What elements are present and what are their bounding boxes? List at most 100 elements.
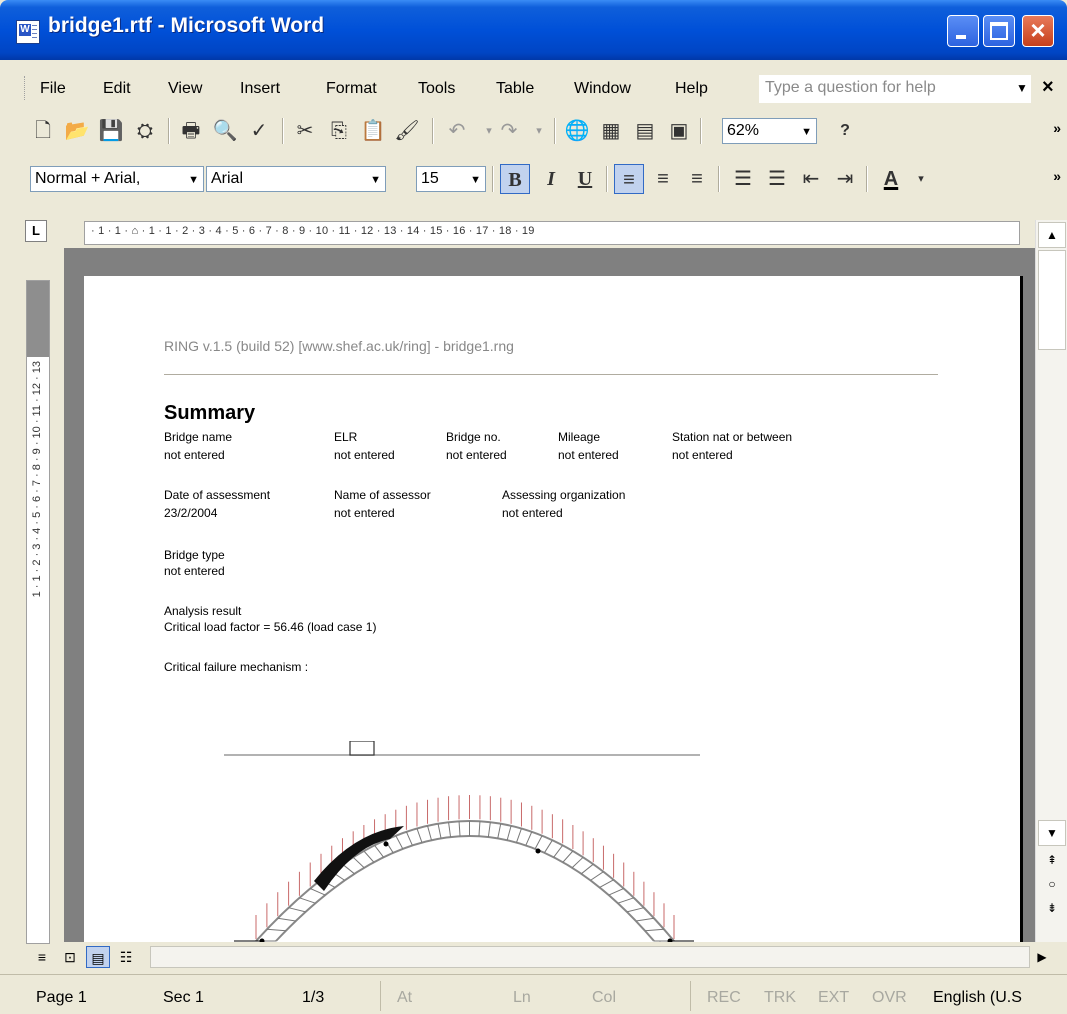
horizontal-ruler[interactable]: · 1 · 1 · ⌂ · 1 · 1 · 2 · 3 · 4 · 5 · 6 … (84, 221, 1020, 245)
scroll-right-icon[interactable]: ▶ (1030, 946, 1054, 968)
menu-window[interactable]: Window (574, 80, 631, 98)
document-header: RING v.1.5 (build 52) [www.shef.ac.uk/ri… (164, 338, 514, 354)
zoom-value: 62% (727, 122, 760, 139)
zoom-select[interactable]: 62% ▼ (722, 118, 817, 144)
word-app-icon[interactable]: W (16, 20, 40, 44)
redo-dropdown-icon[interactable]: ▾ (524, 116, 554, 146)
horizontal-scrollbar[interactable] (150, 946, 1030, 968)
undo-icon[interactable]: ↶ (442, 116, 472, 146)
minimize-icon (956, 35, 966, 39)
status-language: English (U.S (933, 989, 1022, 1006)
underline-button[interactable]: U (570, 164, 600, 194)
toolbar-overflow-icon[interactable]: » (1053, 120, 1061, 136)
font-select[interactable]: Arial ▼ (206, 166, 386, 192)
normal-view-icon[interactable]: ≡ (30, 946, 54, 968)
help-question-input[interactable]: Type a question for help (759, 75, 1031, 103)
justify-icon[interactable]: ≡ (682, 164, 712, 194)
close-button[interactable]: × (1022, 15, 1054, 47)
date-value: 23/2/2004 (164, 506, 218, 520)
tab-stop-selector[interactable]: L (25, 220, 47, 242)
status-page: Page 1 (36, 989, 87, 1006)
font-color-dropdown-icon[interactable]: ▾ (906, 164, 936, 194)
close-document-icon[interactable]: × (1042, 76, 1054, 99)
style-select[interactable]: Normal + Arial, ▼ (30, 166, 204, 192)
help-dropdown-arrow[interactable]: ▼ (1016, 81, 1028, 95)
menu-tools[interactable]: Tools (418, 80, 455, 98)
open-folder-icon[interactable]: 📂 (62, 116, 92, 146)
menu-view[interactable]: View (168, 80, 202, 98)
title-bar[interactable]: W bridge1.rtf - Microsoft Word × (0, 0, 1067, 60)
print-preview-icon[interactable]: 🔍 (210, 116, 240, 146)
ruler-scale: · 1 · 1 · ⌂ · 1 · 1 · 2 · 3 · 4 · 5 · 6 … (91, 225, 535, 237)
word-window: W bridge1.rtf - Microsoft Word × File Ed… (0, 0, 1067, 1014)
cut-icon[interactable]: ✂ (290, 116, 320, 146)
insert-table-icon[interactable]: ▤ (630, 116, 660, 146)
help-icon[interactable]: ? (830, 116, 860, 146)
bold-button[interactable]: B (500, 164, 530, 194)
status-ext[interactable]: EXT (818, 989, 849, 1007)
paste-icon[interactable]: 📋 (358, 116, 388, 146)
status-trk[interactable]: TRK (764, 989, 796, 1007)
format-painter-icon[interactable]: 🖌 (392, 116, 422, 146)
header-rule (164, 374, 938, 375)
maximize-button[interactable] (983, 15, 1015, 47)
save-icon[interactable]: 💾 (96, 116, 126, 146)
status-line: Ln (513, 989, 531, 1006)
menu-insert[interactable]: Insert (240, 80, 280, 98)
menu-table[interactable]: Table (496, 80, 534, 98)
ruler-row: L · 1 · 1 · ⌂ · 1 · 1 · 2 · 3 · 4 · 5 · … (0, 216, 1067, 248)
print-layout-icon[interactable]: ▤ (86, 946, 110, 968)
outline-view-icon[interactable]: ☷ (114, 946, 138, 968)
font-size-select[interactable]: 15 ▼ (416, 166, 486, 192)
status-rec[interactable]: REC (707, 989, 741, 1007)
chevron-down-icon: ▼ (801, 126, 812, 138)
new-document-icon[interactable]: 🗋 (28, 116, 58, 146)
vertical-scroll-thumb[interactable] (1038, 250, 1066, 350)
toolbar-overflow-icon[interactable]: » (1053, 168, 1061, 184)
insert-hyperlink-icon[interactable]: 🌐 (562, 116, 592, 146)
bridge-type-label: Bridge type (164, 548, 225, 562)
print-icon[interactable]: 🖶 (176, 116, 206, 146)
scroll-up-icon[interactable]: ▲ (1038, 222, 1066, 248)
status-column: Col (592, 989, 617, 1006)
align-left-icon[interactable]: ≡ (614, 164, 644, 194)
font-value: Arial (211, 170, 244, 187)
menu-format[interactable]: Format (326, 80, 377, 98)
menu-help[interactable]: Help (675, 80, 708, 98)
analysis-label: Analysis result (164, 604, 242, 618)
document-area[interactable]: RING v.1.5 (build 52) [www.shef.ac.uk/ri… (64, 248, 1035, 942)
increase-indent-icon[interactable]: ⇥ (830, 164, 860, 194)
toolbar-grip[interactable] (24, 76, 28, 100)
vertical-ruler-scale: 1 · 1 · 2 · 3 · 4 · 5 · 6 · 7 · 8 · 9 · … (31, 361, 43, 598)
date-label: Date of assessment (164, 488, 271, 502)
menu-edit[interactable]: Edit (103, 80, 131, 98)
bullet-list-icon[interactable]: ☰ (762, 164, 792, 194)
insert-excel-icon[interactable]: ▣ (664, 116, 694, 146)
redo-icon[interactable]: ↷ (494, 116, 524, 146)
scroll-down-icon[interactable]: ▼ (1038, 820, 1066, 846)
previous-page-icon[interactable]: ⇞ (1038, 848, 1066, 874)
permission-icon[interactable]: ⛭ (130, 116, 160, 146)
web-layout-icon[interactable]: ⊡ (58, 946, 82, 968)
decrease-indent-icon[interactable]: ⇤ (796, 164, 826, 194)
browse-object-icon[interactable]: ○ (1038, 872, 1066, 898)
document-page[interactable]: RING v.1.5 (build 52) [www.shef.ac.uk/ri… (84, 276, 1023, 942)
organization-value: not entered (502, 506, 563, 520)
align-center-icon[interactable]: ≡ (648, 164, 678, 194)
next-page-icon[interactable]: ⇟ (1038, 896, 1066, 922)
vertical-scrollbar[interactable]: ▲ ▼ ⇞ ○ ⇟ (1035, 220, 1067, 942)
italic-button[interactable]: I (536, 164, 566, 194)
chevron-down-icon: ▼ (188, 174, 199, 186)
status-section: Sec 1 (163, 989, 204, 1006)
status-ovr[interactable]: OVR (872, 989, 907, 1007)
menu-file[interactable]: File (40, 80, 66, 98)
minimize-button[interactable] (947, 15, 979, 47)
tables-borders-icon[interactable]: ▦ (596, 116, 626, 146)
assessor-label: Name of assessor (334, 488, 431, 502)
status-page-count: 1/3 (302, 989, 325, 1006)
spelling-check-icon[interactable]: ✓ (244, 116, 274, 146)
copy-icon[interactable]: ⎘ (324, 116, 354, 146)
font-color-icon[interactable]: A (876, 164, 906, 194)
numbered-list-icon[interactable]: ☰ (728, 164, 758, 194)
vertical-ruler[interactable]: 1 · 1 · 2 · 3 · 4 · 5 · 6 · 7 · 8 · 9 · … (26, 280, 50, 944)
